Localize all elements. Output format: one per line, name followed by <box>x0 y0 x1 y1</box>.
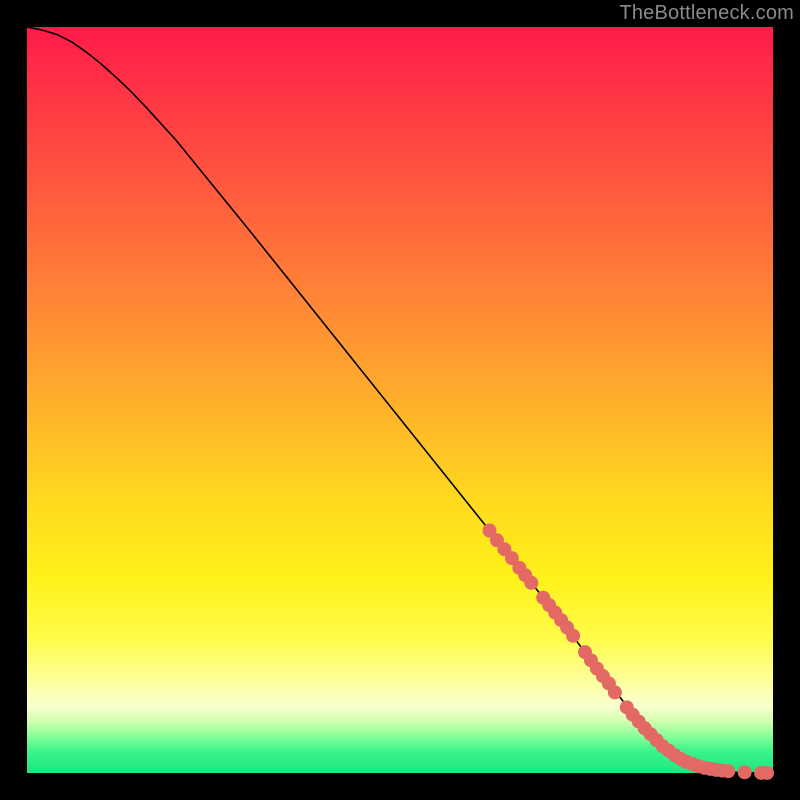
data-marker <box>721 764 735 778</box>
chart-frame: TheBottleneck.com <box>0 0 800 800</box>
curve-line <box>27 27 773 773</box>
data-marker <box>738 765 752 779</box>
attribution-label: TheBottleneck.com <box>619 2 794 25</box>
chart-svg <box>27 27 773 773</box>
data-marker <box>566 629 580 643</box>
data-marker <box>524 576 538 590</box>
plot-area <box>27 27 773 773</box>
data-marker <box>760 766 774 780</box>
data-marker <box>608 685 622 699</box>
marker-group <box>483 524 775 780</box>
